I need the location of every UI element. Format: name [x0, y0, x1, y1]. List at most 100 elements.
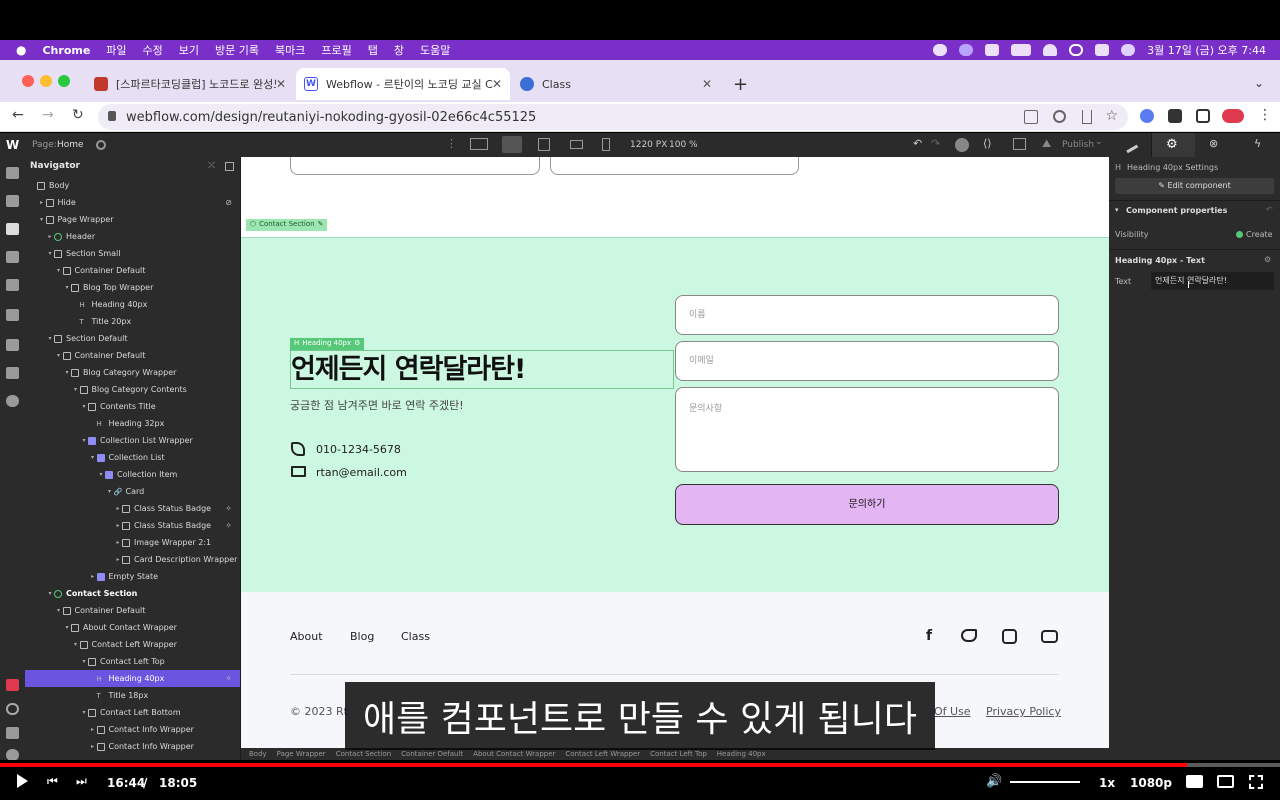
navigator-row[interactable]: T Title 18px [25, 687, 240, 704]
dock-panel-icon[interactable] [225, 162, 234, 171]
volume-icon[interactable]: 🔊 [986, 774, 1002, 789]
navigator-row[interactable]: ▸ Contact Info Wrapper [25, 738, 240, 755]
edit-component-button[interactable]: ✎ Edit component [1115, 178, 1274, 194]
navigator-row[interactable]: ▾ Collection List [25, 449, 240, 466]
navigator-icon[interactable] [6, 223, 19, 235]
mobile-landscape-icon[interactable] [570, 140, 583, 149]
menu-tab[interactable]: 탭 [368, 42, 378, 58]
lightning-panel-tab[interactable]: ϟ [1238, 133, 1280, 157]
component-properties-title[interactable]: Component properties [1126, 206, 1227, 215]
menu-view[interactable]: 보기 [179, 42, 199, 58]
play-icon[interactable] [17, 774, 28, 788]
menu-profiles[interactable]: 프로필 [321, 42, 351, 58]
menu-file[interactable]: 파일 [106, 42, 126, 58]
components-icon[interactable] [6, 195, 19, 207]
input-method-icon[interactable] [985, 44, 1000, 56]
footer-link-about[interactable]: About [290, 630, 323, 643]
navigator-row[interactable]: ▾ Blog Top Wrapper [25, 279, 240, 296]
designer-canvas[interactable]: ⬡ Contact Section ✎ H Heading 40px ⚙ 언제든… [241, 157, 1109, 748]
twitter-icon[interactable] [961, 629, 977, 642]
tab-close-icon[interactable]: ✕ [276, 77, 286, 91]
redo-icon[interactable]: ↷ [931, 137, 940, 150]
navigator-row[interactable]: ▸ Hide ⊘ [25, 194, 240, 211]
youtube-icon[interactable] [1041, 630, 1058, 643]
menu-window[interactable]: 창 [394, 42, 404, 58]
miniplayer-icon[interactable] [1217, 775, 1234, 788]
navigator-row[interactable]: ▸ Empty State [25, 568, 240, 585]
contact-heading[interactable]: 언제든지 연락달라탄! [290, 350, 674, 389]
expand-caret-icon[interactable]: ▾ [80, 437, 88, 444]
fullscreen-icon[interactable] [1249, 775, 1263, 789]
expand-caret-icon[interactable]: ▸ [114, 539, 122, 546]
navigator-row[interactable]: ▾ Section Default [25, 330, 240, 347]
navigator-row[interactable]: ▾ Section Small [25, 245, 240, 262]
navigator-row[interactable]: ▾ Blog Category Wrapper [25, 364, 240, 381]
expand-caret-icon[interactable]: ▾ [80, 658, 88, 665]
search-icon[interactable] [1069, 44, 1084, 56]
wifi-icon[interactable] [1043, 44, 1058, 56]
navigator-row[interactable]: ▸ Card Description Wrapper [25, 551, 240, 568]
browser-tab-active[interactable]: W Webflow - 르탄이의 노코딩 교실 C ✕ [296, 68, 510, 100]
navigator-row[interactable]: H Heading 40px [25, 296, 240, 313]
caret-down-icon[interactable]: ▾ [1115, 206, 1119, 214]
siri-icon[interactable] [1121, 44, 1136, 56]
navigator-row[interactable]: ▾ Page Wrapper [25, 211, 240, 228]
expand-caret-icon[interactable]: ▸ [89, 726, 97, 733]
share-icon[interactable] [1082, 110, 1092, 124]
breadcrumb-item[interactable]: Contact Left Top [650, 750, 707, 758]
code-icon[interactable]: ⟨⟩ [983, 137, 992, 150]
instagram-icon[interactable] [1002, 629, 1017, 644]
edit-pencil-icon[interactable]: ✎ [318, 220, 324, 230]
breadcrumb-item[interactable]: Page Wrapper [277, 750, 326, 758]
menu-edit[interactable]: 수정 [143, 42, 163, 58]
url-bar[interactable]: webflow.com/design/reutaniyi-nokoding-gy… [98, 104, 1128, 130]
expand-caret-icon[interactable]: ▾ [46, 335, 54, 342]
side-panel-icon[interactable] [1196, 109, 1210, 123]
navigator-row[interactable]: ▾ Container Default [25, 602, 240, 619]
menu-bookmarks[interactable]: 북마크 [275, 42, 305, 58]
expand-caret-icon[interactable]: ▾ [55, 267, 63, 274]
reload-icon[interactable]: ↻ [72, 107, 84, 123]
footer-link-class[interactable]: Class [401, 630, 430, 643]
navigator-row[interactable]: ▾ Contents Title [25, 398, 240, 415]
ecommerce-icon[interactable] [6, 339, 19, 351]
navigator-row[interactable]: ▾ Contact Left Top [25, 653, 240, 670]
navigator-row[interactable]: ▾ Container Default [25, 262, 240, 279]
more-icon[interactable]: ⋮ [446, 137, 457, 150]
breadcrumb-item[interactable]: Heading 40px [717, 750, 766, 758]
users-icon[interactable] [6, 309, 19, 321]
reset-icon[interactable]: ↶ [1266, 205, 1273, 214]
style-panel-tab[interactable] [1109, 133, 1152, 157]
expand-caret-icon[interactable]: ▾ [97, 471, 105, 478]
window-minimize-button[interactable] [40, 75, 52, 87]
control-center-icon[interactable] [1095, 44, 1110, 56]
expand-caret-icon[interactable]: ▾ [72, 641, 80, 648]
row-action-icon[interactable]: ✧ [225, 504, 232, 513]
canvas-width[interactable]: 1220 PX [630, 140, 667, 150]
chevron-down-icon[interactable]: ⌄ [1095, 137, 1103, 147]
navigator-row[interactable]: ▸ Header [25, 228, 240, 245]
heading-40px-tag[interactable]: H Heading 40px ⚙ [290, 338, 365, 350]
expand-caret-icon[interactable]: ▾ [89, 454, 97, 461]
row-action-icon[interactable]: ✧ [225, 521, 232, 530]
expand-caret-icon[interactable]: ▾ [80, 709, 88, 716]
navigator-row[interactable]: ▸ Image Wrapper 2:1 [25, 534, 240, 551]
undo-icon[interactable]: ↶ [913, 137, 922, 150]
navigator-row[interactable]: ▸ Class Status Badge ✧ [25, 517, 240, 534]
preview-icon[interactable] [955, 138, 969, 152]
expand-caret-icon[interactable]: ▸ [89, 743, 97, 750]
footer-terms-link[interactable]: Of Use [934, 705, 971, 718]
footer-privacy-link[interactable]: Privacy Policy [986, 705, 1061, 718]
menu-app-name[interactable]: Chrome [42, 44, 90, 57]
pin-panel-icon[interactable]: ⤫ [208, 161, 215, 171]
navigator-row[interactable]: ▾ Collection List Wrapper [25, 432, 240, 449]
facebook-icon[interactable]: f [926, 628, 932, 644]
back-icon[interactable]: ← [12, 107, 24, 123]
interactions-panel-tab[interactable]: ⊗ [1195, 133, 1238, 157]
forward-icon[interactable]: → [42, 107, 54, 123]
contact-section[interactable]: H Heading 40px ⚙ 언제든지 연락달라탄! 궁금한 점 남겨주면 … [241, 237, 1109, 592]
menu-help[interactable]: 도움말 [420, 42, 450, 58]
extension-chrome-icon[interactable] [1140, 109, 1154, 123]
chrome-menu-icon[interactable]: ⋮ [1258, 107, 1272, 123]
navigator-row[interactable]: T Title 20px [25, 313, 240, 330]
